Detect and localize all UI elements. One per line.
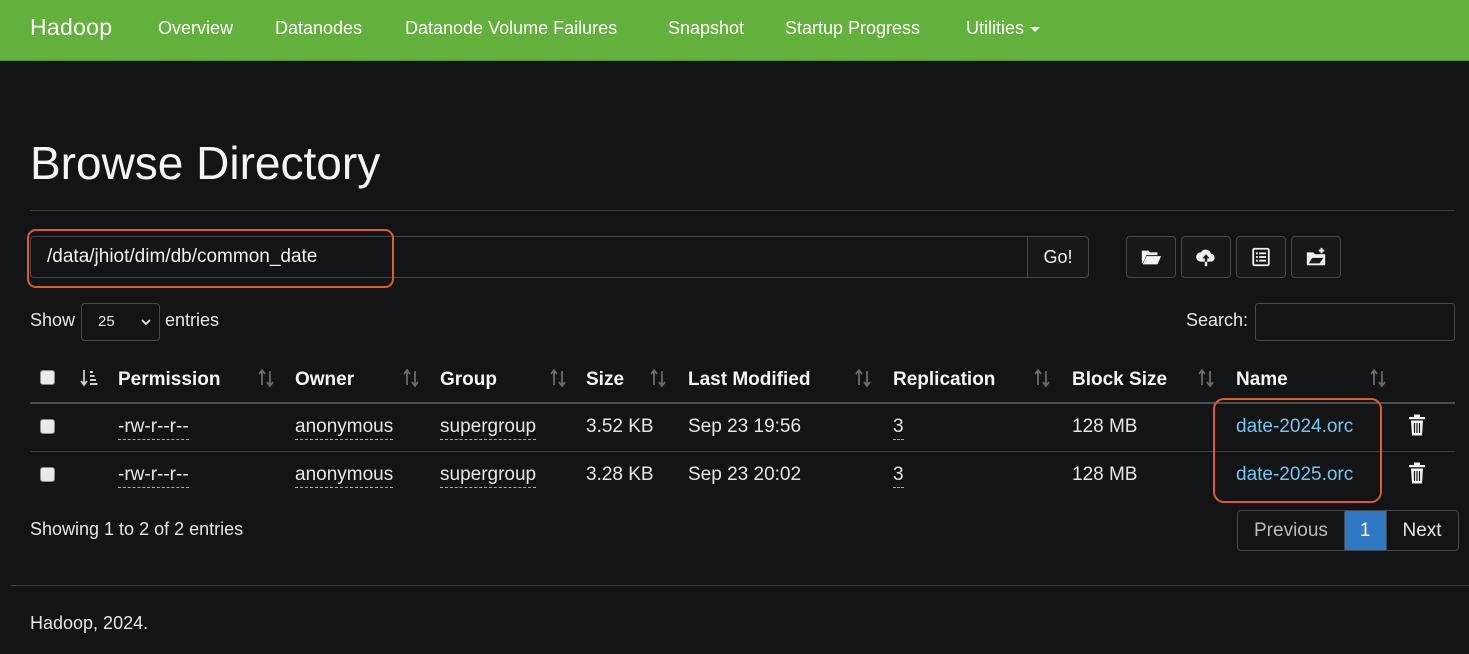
sort-icon[interactable] <box>257 368 275 388</box>
sort-icon[interactable] <box>854 368 872 388</box>
column-header-group[interactable]: Group <box>440 369 497 391</box>
permission-value[interactable]: -rw-r--r-- <box>118 416 189 440</box>
sort-icon[interactable] <box>1197 368 1215 388</box>
new-folder-button[interactable] <box>1291 236 1341 278</box>
caret-down-icon <box>1030 26 1041 32</box>
nav-overview[interactable]: Overview <box>158 18 233 39</box>
next-page-button[interactable]: Next <box>1385 511 1458 550</box>
page-title: Browse Directory <box>30 137 381 189</box>
show-label: Show <box>30 310 76 330</box>
replication-value[interactable]: 3 <box>893 416 904 440</box>
table-info-text: Showing 1 to 2 of 2 entries <box>30 519 244 539</box>
chevron-down-icon <box>141 319 151 326</box>
size-value: 3.28 KB <box>586 464 654 485</box>
column-header-replication[interactable]: Replication <box>893 369 995 391</box>
group-value[interactable]: supergroup <box>440 416 537 440</box>
column-header-size[interactable]: Size <box>586 369 624 391</box>
column-header-last-modified[interactable]: Last Modified <box>688 369 810 391</box>
nav-datanode-volume-failures[interactable]: Datanode Volume Failures <box>405 18 617 39</box>
row-checkbox[interactable] <box>40 467 55 482</box>
entries-label: entries <box>165 310 220 330</box>
owner-value[interactable]: anonymous <box>295 416 394 440</box>
permission-value[interactable]: -rw-r--r-- <box>118 464 189 488</box>
previous-page-button[interactable]: Previous <box>1238 511 1345 550</box>
column-header-permission[interactable]: Permission <box>118 369 220 391</box>
owner-value[interactable]: anonymous <box>295 464 394 488</box>
sort-icon[interactable] <box>1033 368 1051 388</box>
pagination: Previous 1 Next <box>1237 510 1459 551</box>
path-highlight-annotation <box>27 229 394 288</box>
sort-icon[interactable] <box>549 368 567 388</box>
column-header-block-size[interactable]: Block Size <box>1072 369 1167 391</box>
size-value: 3.52 KB <box>586 416 654 437</box>
replication-value[interactable]: 3 <box>893 464 904 488</box>
footer-text: Hadoop, 2024. <box>30 613 149 633</box>
file-list-button[interactable] <box>1236 236 1286 278</box>
search-input[interactable] <box>1255 303 1455 341</box>
title-divider <box>30 210 1455 211</box>
modified-value: Sep 23 19:56 <box>688 416 802 437</box>
cloud-upload-icon <box>1196 249 1215 267</box>
list-alt-icon <box>1252 247 1270 267</box>
modified-value: Sep 23 20:02 <box>688 464 802 485</box>
brand-link[interactable]: Hadoop <box>30 14 112 41</box>
nav-utilities-label: Utilities <box>966 18 1025 38</box>
trash-icon[interactable] <box>1408 414 1426 436</box>
sort-icon[interactable] <box>402 368 420 388</box>
upload-button[interactable] <box>1181 236 1231 278</box>
filename-highlight-annotation <box>1213 398 1382 503</box>
search-label: Search: <box>1186 310 1249 330</box>
nav-snapshot[interactable]: Snapshot <box>668 18 744 39</box>
column-header-owner[interactable]: Owner <box>295 369 354 391</box>
column-header-name[interactable]: Name <box>1236 369 1288 391</box>
page-size-select[interactable]: 25 <box>81 303 160 341</box>
top-navbar: Hadoop Overview Datanodes Datanode Volum… <box>0 0 1469 61</box>
sort-icon[interactable] <box>649 368 667 388</box>
row-checkbox[interactable] <box>40 419 55 434</box>
sort-icon[interactable] <box>1369 368 1387 388</box>
folder-open-icon <box>1141 250 1162 265</box>
block-size-value: 128 MB <box>1072 416 1138 437</box>
nav-utilities-dropdown[interactable]: Utilities <box>966 18 1041 39</box>
group-value[interactable]: supergroup <box>440 464 537 488</box>
nav-startup-progress[interactable]: Startup Progress <box>785 18 920 39</box>
page-size-value: 25 <box>98 313 115 330</box>
nav-datanodes[interactable]: Datanodes <box>275 18 362 39</box>
sort-amount-icon[interactable] <box>80 368 98 388</box>
select-all-checkbox[interactable] <box>40 370 55 385</box>
block-size-value: 128 MB <box>1072 464 1138 485</box>
page-1-button[interactable]: 1 <box>1344 511 1386 550</box>
new-folder-icon <box>1306 247 1326 266</box>
trash-icon[interactable] <box>1408 462 1426 484</box>
go-button[interactable]: Go! <box>1027 236 1089 278</box>
footer-divider <box>11 585 1469 586</box>
create-directory-button[interactable] <box>1126 236 1176 278</box>
